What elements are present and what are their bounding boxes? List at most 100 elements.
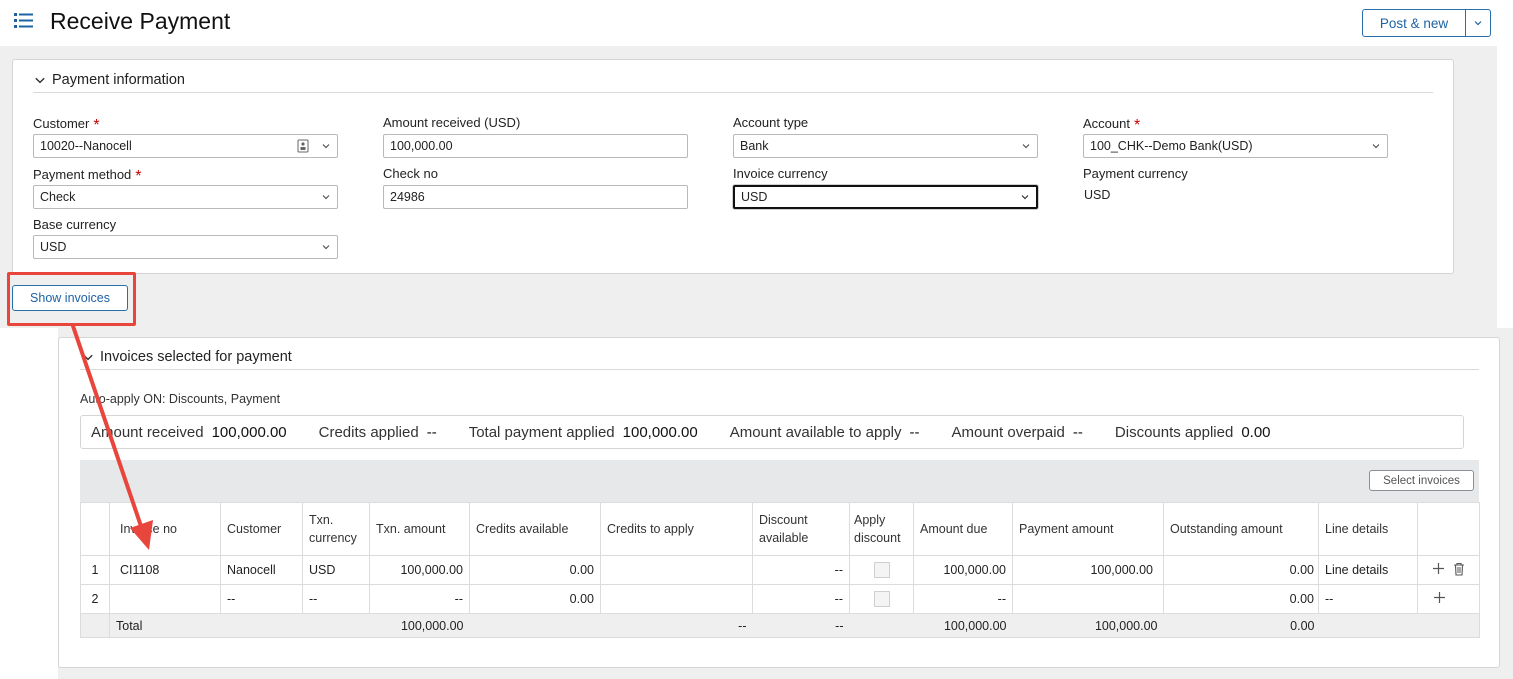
col-header-invoice-no[interactable]: Invoice no xyxy=(109,502,221,556)
customer-cell: -- xyxy=(220,584,303,614)
discount-available-cell: -- xyxy=(752,584,850,614)
account-type-select[interactable]: Bank xyxy=(733,134,1038,158)
check-no-label: Check no xyxy=(383,166,438,181)
credits-available-cell: 0.00 xyxy=(469,584,601,614)
required-mark: * xyxy=(1133,117,1141,134)
payment-method-select[interactable]: Check xyxy=(33,185,338,209)
col-header-txn-amount[interactable]: Txn. amount xyxy=(369,502,470,556)
credits-to-apply-cell[interactable] xyxy=(600,555,753,585)
txn-currency-cell: -- xyxy=(302,584,370,614)
table-row: 1 CI1108 Nanocell USD 100,000.00 0.00 --… xyxy=(80,555,1480,585)
section-divider xyxy=(33,92,1433,93)
col-header-customer[interactable]: Customer xyxy=(220,502,303,556)
credits-to-apply-cell[interactable] xyxy=(600,584,753,614)
summary-total-payment-applied: Total payment applied 100,000.00 xyxy=(468,423,698,441)
chevron-down-icon xyxy=(1474,21,1482,26)
row-number: 1 xyxy=(80,555,110,585)
account-select[interactable]: 100_CHK--Demo Bank(USD) xyxy=(1083,134,1388,158)
total-credits-to-apply: -- xyxy=(600,613,753,638)
trash-icon[interactable] xyxy=(1453,562,1465,576)
invoices-section-toggle[interactable]: Invoices selected for payment xyxy=(82,349,292,365)
summary-amount-received: Amount received 100,000.00 xyxy=(91,423,287,441)
chevron-down-icon xyxy=(83,354,93,361)
total-spacer xyxy=(849,613,914,638)
chevron-down-icon xyxy=(35,77,45,84)
total-spacer xyxy=(80,613,110,638)
invoices-table: Invoice no Customer Txn. currency Txn. a… xyxy=(80,502,1480,638)
total-payment-amount: 100,000.00 xyxy=(1012,613,1164,638)
col-header-discount-available[interactable]: Discount available xyxy=(752,502,850,556)
row-actions xyxy=(1417,584,1480,614)
chevron-down-icon xyxy=(1372,144,1380,149)
apply-discount-checkbox[interactable] xyxy=(873,562,890,578)
total-amount-due: 100,000.00 xyxy=(913,613,1013,638)
invoices-grid: Select invoices Invoice no Customer Txn.… xyxy=(80,460,1480,638)
txn-amount-cell: -- xyxy=(369,584,470,614)
col-header-amount-due[interactable]: Amount due xyxy=(913,502,1013,556)
total-spacer xyxy=(469,613,601,638)
add-row-icon[interactable] xyxy=(1432,562,1445,575)
summary-discounts-applied: Discounts applied 0.00 xyxy=(1114,423,1271,441)
invoice-no-cell[interactable]: CI1108 xyxy=(109,555,221,585)
check-no-input[interactable] xyxy=(383,185,688,209)
col-header-line-details[interactable]: Line details xyxy=(1318,502,1418,556)
customer-label: Customer * xyxy=(33,116,100,134)
total-spacer xyxy=(1318,613,1418,638)
summary-amount-available: Amount available to apply -- xyxy=(729,423,920,441)
col-header-credits-available[interactable]: Credits available xyxy=(469,502,601,556)
chevron-down-icon xyxy=(1021,195,1029,200)
total-txn-amount: 100,000.00 xyxy=(369,613,470,638)
amount-due-cell: -- xyxy=(913,584,1013,614)
table-row: 2 -- -- -- 0.00 -- -- 0.00 -- xyxy=(80,584,1480,614)
section-title: Invoices selected for payment xyxy=(100,349,292,365)
total-discount-available: -- xyxy=(752,613,850,638)
chevron-down-icon xyxy=(322,144,330,149)
summary-credits-applied: Credits applied -- xyxy=(318,423,437,441)
row-actions xyxy=(1417,555,1480,585)
annotation-highlight-box xyxy=(7,272,136,326)
post-options-dropdown[interactable] xyxy=(1465,10,1490,36)
col-header-txn-currency[interactable]: Txn. currency xyxy=(302,502,370,556)
invoice-currency-select[interactable]: USD xyxy=(733,185,1038,209)
chevron-down-icon xyxy=(1022,144,1030,149)
amount-received-input[interactable] xyxy=(383,134,688,158)
invoice-no-cell[interactable] xyxy=(109,584,221,614)
credits-available-cell: 0.00 xyxy=(469,555,601,585)
apply-discount-checkbox[interactable] xyxy=(873,591,890,607)
contact-card-icon[interactable] xyxy=(297,139,309,153)
payment-amount-cell[interactable] xyxy=(1012,584,1164,614)
discount-available-cell: -- xyxy=(752,555,850,585)
table-header-row: Invoice no Customer Txn. currency Txn. a… xyxy=(80,502,1480,556)
base-currency-label: Base currency xyxy=(33,217,117,232)
col-header-credits-to-apply[interactable]: Credits to apply xyxy=(600,502,753,556)
apply-discount-cell xyxy=(849,555,914,585)
amount-received-label: Amount received (USD) xyxy=(383,115,521,130)
page-title: Receive Payment xyxy=(50,8,231,34)
line-details-link[interactable]: Line details xyxy=(1318,555,1418,585)
total-spacer xyxy=(1417,613,1480,638)
outstanding-amount-cell: 0.00 xyxy=(1163,584,1319,614)
apply-discount-cell xyxy=(849,584,914,614)
account-type-label: Account type xyxy=(733,115,809,130)
payment-amount-cell[interactable]: 100,000.00 xyxy=(1012,555,1164,585)
outstanding-amount-cell: 0.00 xyxy=(1163,555,1319,585)
table-total-row: Total 100,000.00 -- -- 100,000.00 100,00… xyxy=(80,613,1480,638)
col-header-apply-discount[interactable]: Apply discount xyxy=(849,502,914,556)
post-and-new-button[interactable]: Post & new xyxy=(1363,10,1465,36)
select-invoices-button[interactable]: Select invoices xyxy=(1369,470,1474,491)
section-divider xyxy=(80,369,1479,370)
payment-summary-bar: Amount received 100,000.00 Credits applie… xyxy=(80,415,1464,449)
menu-list-icon[interactable] xyxy=(14,12,34,30)
txn-currency-cell: USD xyxy=(302,555,370,585)
customer-select[interactable]: 10020--Nanocell xyxy=(33,134,338,158)
txn-amount-link[interactable]: 100,000.00 xyxy=(369,555,470,585)
col-header-outstanding-amount[interactable]: Outstanding amount xyxy=(1163,502,1319,556)
add-row-icon[interactable] xyxy=(1433,591,1446,604)
required-mark: * xyxy=(135,168,142,185)
required-mark: * xyxy=(93,117,100,134)
payment-information-toggle[interactable]: Payment information xyxy=(34,72,185,88)
col-header-payment-amount[interactable]: Payment amount xyxy=(1012,502,1164,556)
base-currency-select[interactable]: USD xyxy=(33,235,338,259)
total-spacer xyxy=(302,613,370,638)
auto-apply-status: Auto-apply ON: Discounts, Payment xyxy=(80,392,281,406)
